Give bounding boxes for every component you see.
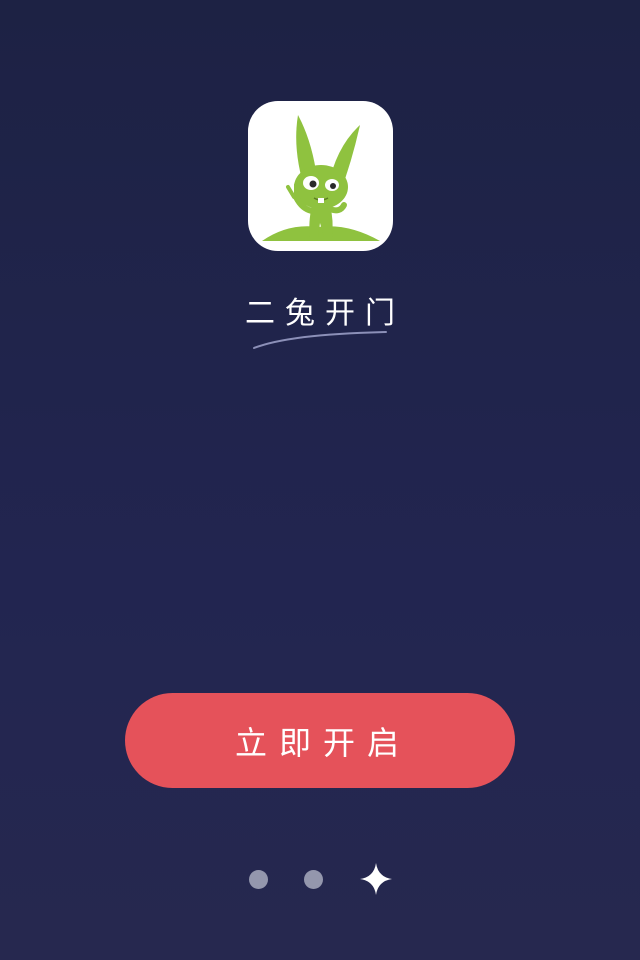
page-dot-1[interactable] [249,870,268,889]
rabbit-logo-icon [262,115,380,241]
page-indicator [0,860,640,900]
app-logo [248,101,393,251]
page-dot-2[interactable] [304,870,323,889]
start-now-button[interactable]: 立即开启 [125,693,515,788]
sparkle-star-icon [360,863,392,895]
title-underline-decoration [253,331,387,349]
